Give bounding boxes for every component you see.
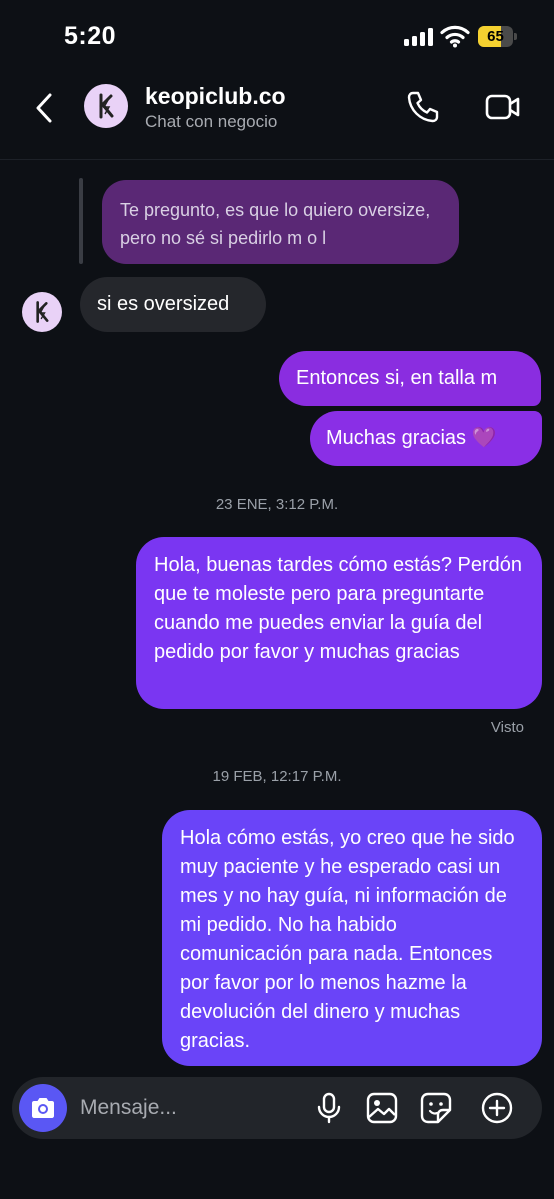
signal-icon [404, 28, 433, 46]
camera-button[interactable] [19, 1084, 67, 1132]
message-timestamp: 19 FEB, 12:17 P.M. [212, 768, 342, 785]
seen-receipt: Visto [490, 719, 524, 736]
plus-icon[interactable] [480, 1091, 514, 1125]
status-bar: 5:20 65 [0, 0, 554, 70]
battery-indicator: 65 [478, 26, 518, 47]
chat-header: keopiclub.co Chat con negocio [0, 70, 554, 160]
message-timestamp: 23 ENE, 3:12 P.M. [215, 496, 339, 513]
microphone-icon[interactable] [312, 1091, 346, 1125]
status-time: 5:20 [64, 22, 117, 50]
gallery-icon[interactable] [365, 1091, 399, 1125]
contact-avatar[interactable] [84, 84, 128, 128]
message-composer [12, 1077, 542, 1139]
reply-indicator-bar [79, 178, 83, 264]
camera-icon [32, 1098, 54, 1118]
brand-logo-icon [99, 93, 114, 119]
contact-name[interactable]: keopiclub.co [145, 83, 286, 110]
battery-level: 65 [487, 28, 504, 45]
wifi-icon [440, 25, 470, 48]
back-icon[interactable] [30, 90, 60, 126]
contact-subtitle: Chat con negocio [145, 112, 278, 131]
sticker-icon[interactable] [419, 1091, 453, 1125]
sent-message[interactable]: Entonces si, en talla m [279, 351, 541, 406]
brand-logo-icon [36, 301, 49, 323]
sent-message[interactable]: Muchas gracias 💜 [310, 411, 542, 466]
replied-message-preview[interactable]: Te pregunto, es que lo quiero oversize, … [102, 180, 459, 264]
video-camera-icon[interactable] [485, 92, 521, 122]
sent-message[interactable]: Hola, buenas tardes cómo estás? Perdón q… [136, 537, 542, 709]
phone-icon[interactable] [406, 90, 440, 124]
sent-message[interactable]: Hola cómo estás, yo creo que he sido muy… [162, 810, 542, 1066]
message-input[interactable] [80, 1095, 300, 1121]
received-message[interactable]: si es oversized [80, 277, 266, 332]
sender-avatar[interactable] [22, 292, 62, 332]
